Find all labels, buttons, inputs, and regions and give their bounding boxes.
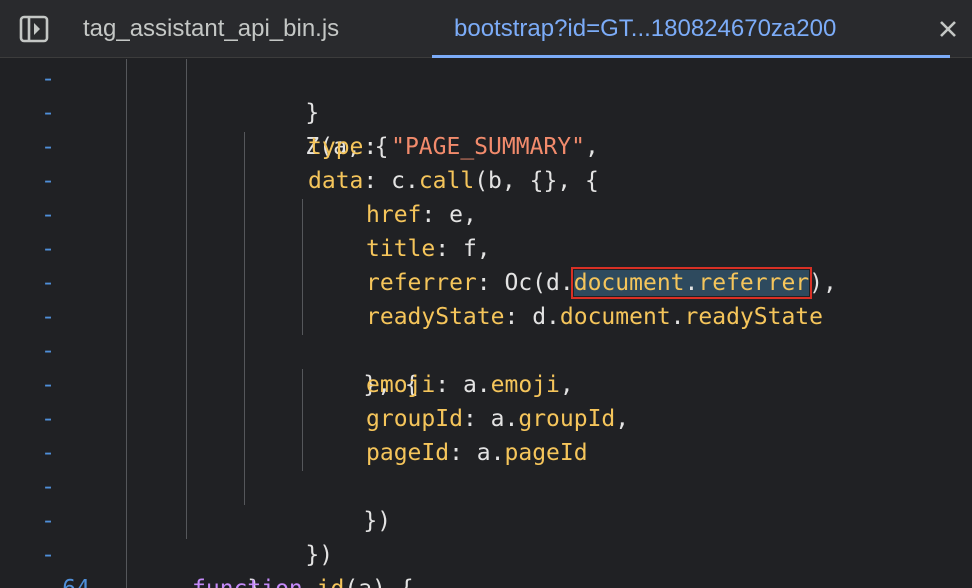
code-token: e, xyxy=(449,202,477,228)
code-token: "PAGE_SUMMARY" xyxy=(391,134,585,160)
indent-guide xyxy=(186,59,187,539)
code-token: pageId xyxy=(504,440,588,466)
tab-bootstrap[interactable]: bootstrap?id=GT...180824670za200 xyxy=(432,0,950,58)
code-token: referrer xyxy=(366,270,477,296)
tab-bar: tag_assistant_api_bin.js bootstrap?id=GT… xyxy=(0,0,972,58)
code-token: (a) { xyxy=(344,576,413,588)
active-tab-indicator xyxy=(432,55,950,58)
line-gutter: - - - - - - - - - - - - - - - 64 xyxy=(0,59,100,588)
code-token: ), xyxy=(809,270,837,296)
tab-label: bootstrap?id=GT...180824670za200 xyxy=(454,15,837,42)
code-line: groupId: a.groupId, xyxy=(366,406,630,432)
code-line: emoji: a.emoji, xyxy=(366,372,574,398)
tab-tag-assistant[interactable]: tag_assistant_api_bin.js xyxy=(83,0,339,58)
sidebar-toggle-icon[interactable] xyxy=(18,14,50,44)
code-token: call xyxy=(418,168,475,194)
code-token: data xyxy=(308,168,364,194)
code-line: }) xyxy=(308,470,391,534)
code-token: document xyxy=(559,304,671,330)
line-marker: - xyxy=(41,474,55,500)
code-line: readyState: d.document.readyState xyxy=(366,304,824,330)
code-token: readyState xyxy=(684,304,824,330)
indent-guide xyxy=(126,59,127,588)
indent-guide xyxy=(244,132,245,505)
line-marker: - xyxy=(41,508,55,534)
code-line: href: e, xyxy=(366,202,477,228)
line-marker: - xyxy=(41,236,55,262)
code-line: title: f, xyxy=(366,236,491,262)
line-marker: - xyxy=(41,406,55,432)
tab-label: tag_assistant_api_bin.js xyxy=(83,15,340,42)
close-icon[interactable] xyxy=(934,15,962,43)
code-token: function xyxy=(192,576,303,588)
indent-guide xyxy=(302,369,303,471)
code-token: }) xyxy=(305,542,334,568)
code-line: function id(a) { xyxy=(192,572,414,588)
line-marker: - xyxy=(41,202,55,228)
code-editor[interactable]: - - - - - - - - - - - - - - - 64 } Z(a, … xyxy=(0,59,972,588)
code-token: c xyxy=(391,168,405,194)
code-token: referrer xyxy=(698,270,810,296)
line-marker: - xyxy=(41,270,55,296)
code-line: }, { xyxy=(308,334,418,398)
code-line: pageId: a.pageId xyxy=(366,440,588,466)
code-token: a. xyxy=(462,372,491,398)
line-marker: - xyxy=(41,372,55,398)
code-token: groupId xyxy=(366,406,463,432)
code-token: id xyxy=(317,576,345,588)
line-marker: - xyxy=(41,542,55,568)
line-marker: - xyxy=(41,168,55,194)
code-token: pageId xyxy=(366,440,450,466)
code-line: } xyxy=(250,62,319,126)
code-token: }) xyxy=(363,508,392,534)
code-token: a. xyxy=(476,440,505,466)
code-token: href xyxy=(366,202,422,228)
code-token: readyState xyxy=(366,304,505,330)
code-token: emoji xyxy=(366,372,436,398)
code-line: type: "PAGE_SUMMARY", xyxy=(308,134,599,160)
code-token: Oc(d. xyxy=(504,270,574,296)
code-line: }) xyxy=(250,504,333,568)
code-token: type xyxy=(308,134,364,160)
line-number: 64 xyxy=(0,572,90,588)
line-marker: - xyxy=(41,66,55,92)
line-marker: - xyxy=(41,338,55,364)
code-token: a. xyxy=(490,406,519,432)
code-token: (b, {}, { xyxy=(474,168,599,194)
code-token: f, xyxy=(462,236,491,262)
code-line: referrer: Oc(d.document.referrer), xyxy=(366,267,837,299)
code-line: } xyxy=(192,538,261,588)
code-token: groupId xyxy=(518,406,616,432)
code-token: document xyxy=(573,270,685,296)
line-marker: - xyxy=(41,100,55,126)
line-marker: - xyxy=(41,304,55,330)
code-token: title xyxy=(366,236,436,262)
line-marker: - xyxy=(41,134,55,160)
highlighted-expression[interactable]: document.referrer xyxy=(570,267,813,299)
code-token: emoji xyxy=(490,372,560,398)
code-token: d. xyxy=(532,304,560,330)
code-line: data: c.call(b, {}, { xyxy=(308,168,599,194)
line-marker: - xyxy=(41,440,55,466)
indent-guide xyxy=(302,199,303,335)
code-line: Z(a, { xyxy=(250,96,388,160)
